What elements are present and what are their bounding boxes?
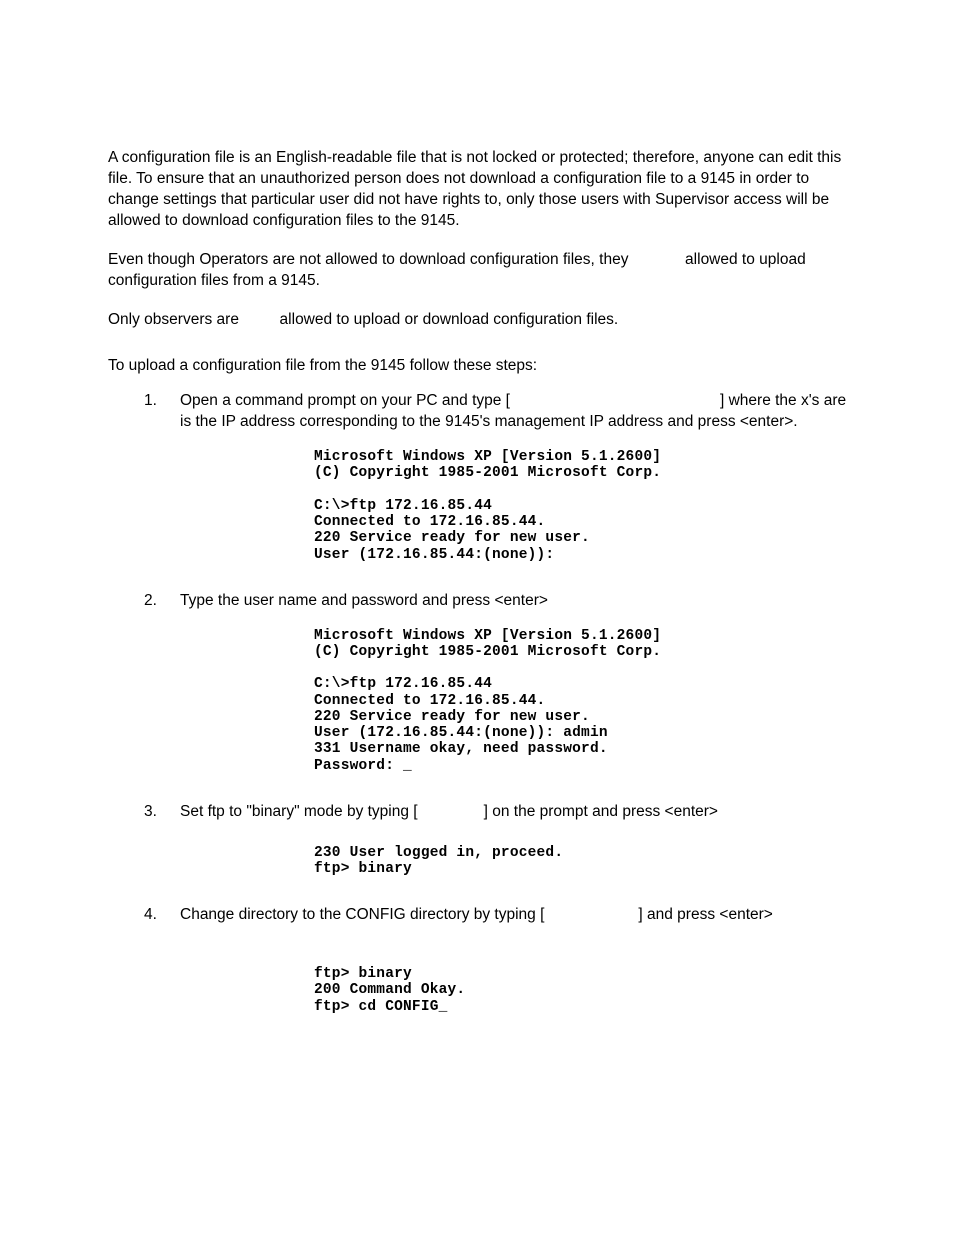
intro-p3-part-b: allowed to upload or download configurat…	[275, 311, 618, 328]
document-page: A configuration file is an English-reada…	[0, 0, 954, 1235]
step-number: 4.	[144, 905, 157, 926]
intro-p2-part-a: Even though Operators are not allowed to…	[108, 251, 633, 268]
step-4-text: Change directory to the CONFIG directory…	[180, 906, 773, 923]
step-3: 3. Set ftp to "binary" mode by typing []…	[144, 802, 852, 877]
terminal-output-1: Microsoft Windows XP [Version 5.1.2600] …	[314, 449, 852, 563]
step-2-text: Type the user name and password and pres…	[180, 592, 548, 609]
terminal-output-3: 230 User logged in, proceed. ftp> binary	[314, 845, 852, 877]
step-4: 4. Change directory to the CONFIG direct…	[144, 905, 852, 1015]
intro-p3-part-a: Only observers are	[108, 311, 243, 328]
steps-list: 1. Open a command prompt on your PC and …	[108, 391, 852, 1015]
step-4-part-b: ] and press <enter>	[638, 906, 772, 923]
lead-paragraph: To upload a configuration file from the …	[108, 356, 852, 377]
step-2: 2. Type the user name and password and p…	[144, 591, 852, 774]
terminal-output-4: ftp> binary 200 Command Okay. ftp> cd CO…	[314, 966, 852, 1015]
step-3-part-b: ] on the prompt and press <enter>	[484, 803, 718, 820]
step-1: 1. Open a command prompt on your PC and …	[144, 391, 852, 562]
intro-paragraph-2: Even though Operators are not allowed to…	[108, 250, 852, 292]
step-1-part-a: Open a command prompt on your PC and typ…	[180, 392, 510, 409]
step-3-text: Set ftp to "binary" mode by typing [ ] on…	[180, 803, 718, 820]
intro-paragraph-1: A configuration file is an English-reada…	[108, 148, 852, 232]
step-3-part-a: Set ftp to "binary" mode by typing [	[180, 803, 418, 820]
step-number: 1.	[144, 391, 157, 412]
step-number: 2.	[144, 591, 157, 612]
intro-paragraph-3: Only observers are allowed to upload or …	[108, 310, 852, 331]
step-number: 3.	[144, 802, 157, 823]
step-1-text: Open a command prompt on your PC and typ…	[180, 392, 846, 430]
step-4-part-a: Change directory to the CONFIG directory…	[180, 906, 544, 923]
terminal-output-2: Microsoft Windows XP [Version 5.1.2600] …	[314, 628, 852, 774]
